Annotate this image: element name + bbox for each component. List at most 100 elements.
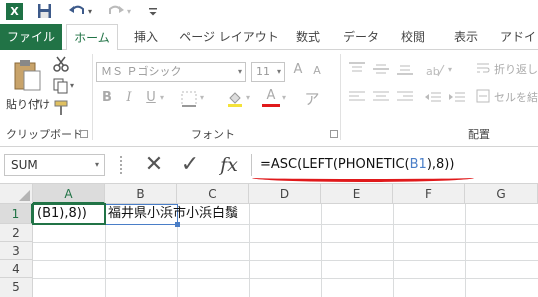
redo-icon[interactable] — [107, 3, 125, 20]
gridline — [33, 278, 538, 279]
bold-button[interactable]: B — [100, 90, 114, 105]
wrap-text-button[interactable]: 折り返し — [494, 61, 538, 77]
save-icon[interactable] — [37, 3, 52, 20]
annotation-red-underline — [252, 177, 474, 182]
increase-indent-icon[interactable] — [448, 90, 466, 104]
phonetic-guide-icon[interactable]: ア — [302, 88, 322, 109]
copy-icon[interactable] — [53, 78, 69, 94]
align-center-icon[interactable] — [372, 90, 390, 104]
formula-bar-grip[interactable] — [120, 156, 124, 174]
formula-text-prefix: =ASC(LEFT(PHONETIC( — [260, 157, 410, 172]
undo-dropdown-icon[interactable]: ▾ — [88, 3, 96, 20]
formula-text-suffix: ),8)) — [426, 157, 455, 172]
align-middle-icon[interactable] — [372, 62, 390, 76]
font-size-combo[interactable]: 11 ▾ — [251, 62, 285, 82]
align-right-icon[interactable] — [396, 90, 414, 104]
paste-button[interactable]: 貼り付け — [6, 96, 50, 112]
align-bottom-icon[interactable] — [396, 62, 414, 76]
excel-logo-icon: X — [6, 3, 23, 20]
align-left-icon[interactable] — [348, 90, 366, 104]
insert-function-button[interactable]: fx — [214, 151, 244, 179]
font-name-dropdown-icon[interactable]: ▾ — [238, 63, 242, 81]
row-header-1[interactable]: 1 — [0, 204, 33, 224]
font-color-dropdown-icon[interactable]: ▾ — [282, 93, 286, 102]
font-size-dropdown-icon[interactable]: ▾ — [277, 63, 281, 81]
row-header-4[interactable]: 4 — [0, 260, 33, 278]
cell-a1-value: (B1),8)) — [37, 206, 87, 221]
column-header-c[interactable]: C — [177, 184, 249, 204]
gridline — [465, 204, 466, 297]
svg-text:ab: ab — [426, 65, 440, 78]
font-group-label: フォント — [191, 128, 235, 141]
gridline — [249, 204, 250, 297]
tab-home[interactable]: ホーム — [66, 24, 118, 51]
tab-insert[interactable]: 挿入 — [123, 24, 169, 50]
borders-dropdown-icon[interactable]: ▾ — [200, 93, 204, 102]
orientation-dropdown-icon[interactable]: ▾ — [448, 65, 452, 74]
tab-data[interactable]: データ — [336, 24, 386, 50]
font-color-icon[interactable]: A — [262, 88, 280, 108]
italic-button[interactable]: I — [122, 90, 136, 105]
ribbon-separator — [92, 54, 93, 140]
column-header-a[interactable]: A — [33, 184, 105, 204]
copy-dropdown-icon[interactable]: ▾ — [70, 81, 74, 90]
ribbon-tabs: ファイル ホーム 挿入 ページ レイアウト 数式 データ 校閲 表示 アドイ — [0, 24, 538, 51]
align-top-icon[interactable] — [348, 62, 366, 76]
fill-color-dropdown-icon[interactable]: ▾ — [246, 93, 250, 102]
column-header-e[interactable]: E — [321, 184, 393, 204]
tab-file[interactable]: ファイル — [0, 24, 62, 50]
redo-dropdown-icon[interactable]: ▾ — [127, 3, 135, 20]
tab-page-layout[interactable]: ページ レイアウト — [174, 24, 284, 50]
formula-input[interactable]: =ASC(LEFT(PHONETIC(B1),8)) — [251, 154, 538, 176]
alignment-group-label: 配置 — [468, 128, 490, 141]
underline-dropdown-icon[interactable]: ▾ — [160, 93, 164, 102]
format-painter-icon[interactable] — [53, 100, 69, 116]
borders-icon[interactable] — [180, 90, 198, 108]
decrease-indent-icon[interactable] — [424, 90, 442, 104]
column-header-g[interactable]: G — [465, 184, 538, 204]
gridline — [393, 204, 394, 297]
font-name-value: ＭＳ Ｐゴシック — [101, 65, 182, 78]
clipboard-group-label: クリップボード — [6, 128, 83, 141]
column-header-b[interactable]: B — [105, 184, 177, 204]
merge-center-icon[interactable] — [476, 89, 490, 103]
font-size-value: 11 — [256, 65, 270, 78]
row-header-3[interactable]: 3 — [0, 242, 33, 260]
customize-toolbar-icon[interactable] — [148, 3, 158, 20]
tab-view[interactable]: 表示 — [443, 24, 489, 50]
clipboard-launcher-icon[interactable] — [80, 130, 88, 138]
paste-icon[interactable] — [12, 58, 44, 92]
select-all-button[interactable] — [0, 184, 33, 204]
worksheet-grid: A B C D E F G 1 2 3 4 5 福井県小浜市小浜白鬚 (B1),… — [0, 184, 538, 297]
ribbon-separator — [340, 54, 341, 140]
name-box[interactable]: SUM ▾ — [4, 154, 105, 176]
grow-font-button[interactable]: A — [290, 62, 306, 77]
font-name-combo[interactable]: ＭＳ Ｐゴシック ▾ — [96, 62, 246, 82]
enter-icon[interactable]: ✓ — [176, 151, 204, 179]
cut-icon[interactable] — [53, 56, 69, 72]
quick-access-toolbar: X ▾ ▾ — [0, 0, 538, 24]
cell-b1[interactable]: 福井県小浜市小浜白鬚 — [108, 204, 238, 224]
fill-color-icon[interactable] — [226, 90, 244, 108]
tab-addins[interactable]: アドイ — [500, 24, 538, 50]
cell-a1-active[interactable]: (B1),8)) — [32, 203, 106, 225]
tab-formulas[interactable]: 数式 — [285, 24, 331, 50]
font-color-letter: A — [266, 88, 276, 103]
paste-dropdown-icon[interactable]: ▾ — [36, 97, 40, 106]
column-header-d[interactable]: D — [249, 184, 321, 204]
merge-center-button[interactable]: セルを結 — [494, 89, 538, 105]
column-header-f[interactable]: F — [393, 184, 465, 204]
shrink-font-button[interactable]: A — [310, 64, 324, 77]
wrap-text-icon[interactable] — [476, 61, 490, 75]
undo-icon[interactable] — [68, 3, 86, 20]
name-box-dropdown-icon[interactable]: ▾ — [95, 155, 99, 175]
row-header-2[interactable]: 2 — [0, 224, 33, 242]
tab-review[interactable]: 校閲 — [390, 24, 436, 50]
gridline — [33, 260, 538, 261]
ribbon: 貼り付け ▾ ▾ クリップボード ＭＳ Ｐゴシック ▾ 11 ▾ A A B I… — [0, 50, 538, 147]
row-header-5[interactable]: 5 — [0, 278, 33, 297]
underline-button[interactable]: U — [144, 90, 158, 105]
font-launcher-icon[interactable] — [330, 130, 338, 138]
cancel-icon[interactable]: ✕ — [140, 151, 168, 179]
orientation-icon[interactable]: ab — [424, 62, 446, 78]
